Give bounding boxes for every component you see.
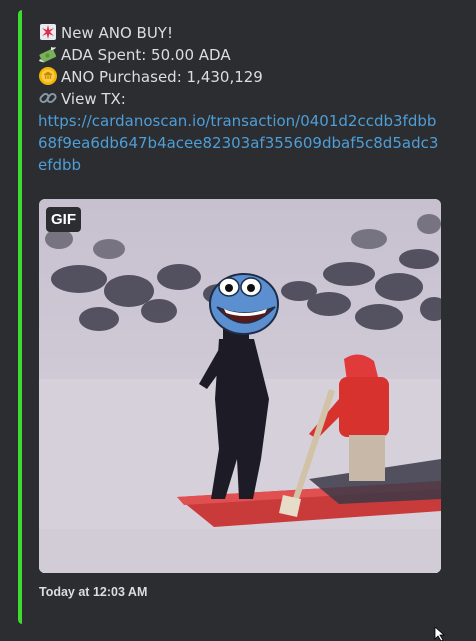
transaction-link[interactable]: https://cardanoscan.io/transaction/0401d… bbox=[38, 110, 442, 176]
pepe-face bbox=[209, 273, 279, 335]
bot-embed: New ANO BUY! ADA Spent: 50.00 ADA ANO Pu… bbox=[18, 10, 460, 624]
embed-description: New ANO BUY! ADA Spent: 50.00 ADA ANO Pu… bbox=[38, 22, 446, 176]
pepe-rowing-boat-animation bbox=[39, 199, 441, 573]
money-with-wings-icon bbox=[39, 47, 57, 63]
chat-view: New ANO BUY! ADA Spent: 50.00 ADA ANO Pu… bbox=[0, 0, 476, 641]
buy-alert-line: New ANO BUY! bbox=[38, 22, 446, 44]
view-tx-line: View TX: bbox=[38, 88, 446, 110]
rotating-light-icon bbox=[40, 24, 56, 40]
ada-spent-text: ADA Spent: 50.00 ADA bbox=[61, 46, 231, 64]
ano-purchased-text: ANO Purchased: 1,430,129 bbox=[61, 68, 263, 86]
view-tx-text: View TX: bbox=[61, 90, 126, 108]
coin-icon bbox=[39, 67, 57, 85]
ano-purchased-line: ANO Purchased: 1,430,129 bbox=[38, 66, 446, 88]
ada-spent-line: ADA Spent: 50.00 ADA bbox=[38, 44, 446, 66]
embed-body: New ANO BUY! ADA Spent: 50.00 ADA ANO Pu… bbox=[22, 10, 460, 624]
mouse-pointer-icon bbox=[434, 627, 446, 641]
link-icon bbox=[39, 92, 57, 104]
gif-badge: GIF bbox=[46, 207, 81, 232]
buy-alert-text: New ANO BUY! bbox=[61, 24, 173, 42]
embed-timestamp: Today at 12:03 AM bbox=[39, 585, 148, 599]
gif-media[interactable]: GIF bbox=[39, 199, 441, 573]
